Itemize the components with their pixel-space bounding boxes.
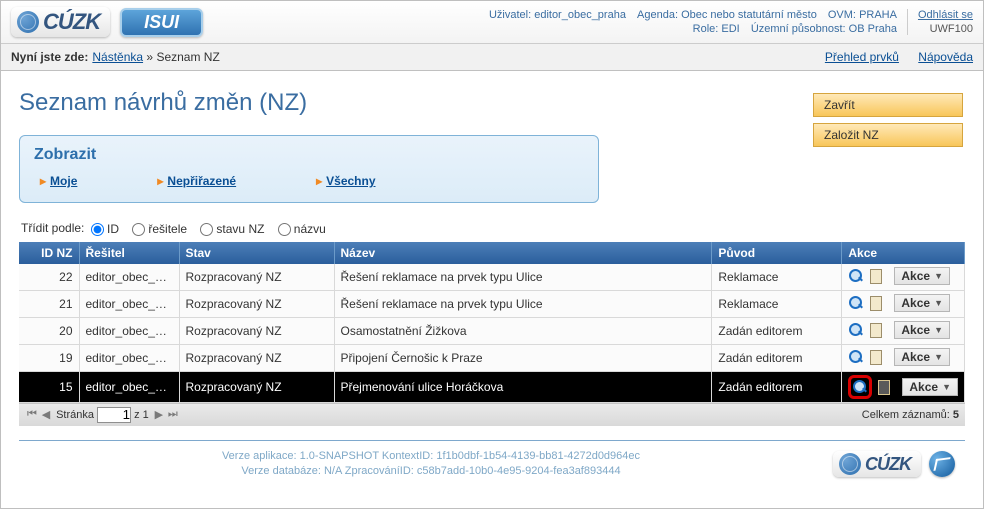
document-icon[interactable] (868, 268, 884, 284)
detail-icon[interactable] (848, 268, 864, 284)
top-meta: Uživatel: editor_obec_praha Agenda: Obec… (489, 8, 897, 36)
breadcrumb-bar: Nyní jste zde: Nástěnka » Seznam NZ Přeh… (1, 44, 983, 71)
document-icon[interactable] (876, 379, 892, 395)
breadcrumb-home[interactable]: Nástěnka (92, 50, 143, 64)
table-row[interactable]: 22editor_obec_prahaRozpracovaný NZŘešení… (19, 264, 965, 291)
tab-unassigned[interactable]: Nepřiřazené (167, 174, 236, 188)
sort-resitele-radio[interactable] (132, 223, 145, 236)
sort-nazvu-radio[interactable] (278, 223, 291, 236)
footer: Verze aplikace: 1.0-SNAPSHOT KontextID: … (19, 440, 965, 490)
topbar: CÚZK ISUI Uživatel: editor_obec_praha Ag… (1, 1, 983, 44)
table-row[interactable]: 21editor_obec_prahaRozpracovaný NZŘešení… (19, 290, 965, 317)
row-actions-dropdown[interactable]: Akce▼ (894, 294, 950, 312)
col-id[interactable]: ID NZ (19, 242, 79, 264)
document-icon[interactable] (868, 295, 884, 311)
filter-panel: Zobrazit ▸Moje ▸Nepřiřazené ▸Všechny (19, 135, 599, 203)
tab-my[interactable]: Moje (50, 174, 77, 188)
pager-page-input[interactable] (97, 407, 131, 423)
breadcrumb-current: Seznam NZ (156, 50, 219, 64)
row-actions-dropdown[interactable]: Akce▼ (894, 321, 950, 339)
highlight-ring (848, 375, 872, 399)
sort-stavu-radio[interactable] (200, 223, 213, 236)
detail-icon[interactable] (848, 349, 864, 365)
col-resitel[interactable]: Řešitel (79, 242, 179, 264)
new-nz-button[interactable]: Založit NZ (813, 123, 963, 147)
chevron-down-icon: ▼ (934, 298, 943, 308)
logout-link[interactable]: Odhlásit se (918, 9, 973, 21)
chevron-down-icon: ▼ (934, 325, 943, 335)
sort-id-radio[interactable] (91, 223, 104, 236)
globe-icon (17, 11, 39, 33)
logo-isui: ISUI (120, 8, 203, 37)
col-puvod[interactable]: Původ (712, 242, 842, 264)
pager-first-icon[interactable]: ⏮ (25, 408, 39, 422)
footer-logo-ness (929, 451, 955, 477)
detail-icon[interactable] (848, 295, 864, 311)
table-row[interactable]: 15editor_obec_prahaRozpracovaný NZPřejme… (19, 371, 965, 402)
document-icon[interactable] (868, 322, 884, 338)
close-button[interactable]: Zavřít (813, 93, 963, 117)
data-table: ID NZ Řešitel Stav Název Původ Akce 22ed… (19, 242, 965, 403)
table-row[interactable]: 19editor_obec_prahaRozpracovaný NZPřipoj… (19, 344, 965, 371)
tab-all[interactable]: Všechny (326, 174, 375, 188)
chevron-down-icon: ▼ (934, 271, 943, 281)
logo-cuzk: CÚZK (11, 7, 110, 37)
chevron-down-icon: ▼ (942, 382, 951, 392)
sort-row: Třídit podle: ID řešitele stavu NZ názvu (21, 221, 965, 236)
row-actions-dropdown[interactable]: Akce▼ (894, 348, 950, 366)
pager-prev-icon[interactable]: ◀ (39, 408, 53, 422)
pager: ⏮ ◀ Stránka z 1 ▶ ⏭ Celkem záznamů: 5 (19, 403, 965, 426)
col-stav[interactable]: Stav (179, 242, 334, 264)
footer-logo-cuzk: CÚZK (833, 451, 921, 477)
row-actions-dropdown[interactable]: Akce▼ (902, 378, 958, 396)
detail-icon[interactable] (852, 379, 868, 395)
col-nazev[interactable]: Název (334, 242, 712, 264)
chevron-down-icon: ▼ (934, 352, 943, 362)
page-code: UWF100 (918, 23, 973, 35)
pager-next-icon[interactable]: ▶ (152, 408, 166, 422)
breadcrumb-label: Nyní jste zde: (11, 50, 88, 64)
pager-last-icon[interactable]: ⏭ (166, 408, 180, 422)
link-help[interactable]: Nápověda (918, 50, 973, 64)
globe-icon (839, 453, 861, 475)
link-overview[interactable]: Přehled prvků (825, 50, 899, 64)
row-actions-dropdown[interactable]: Akce▼ (894, 267, 950, 285)
filter-title: Zobrazit (34, 146, 584, 164)
document-icon[interactable] (868, 349, 884, 365)
col-akce: Akce (842, 242, 965, 264)
table-row[interactable]: 20editor_obec_prahaRozpracovaný NZOsamos… (19, 317, 965, 344)
detail-icon[interactable] (848, 322, 864, 338)
